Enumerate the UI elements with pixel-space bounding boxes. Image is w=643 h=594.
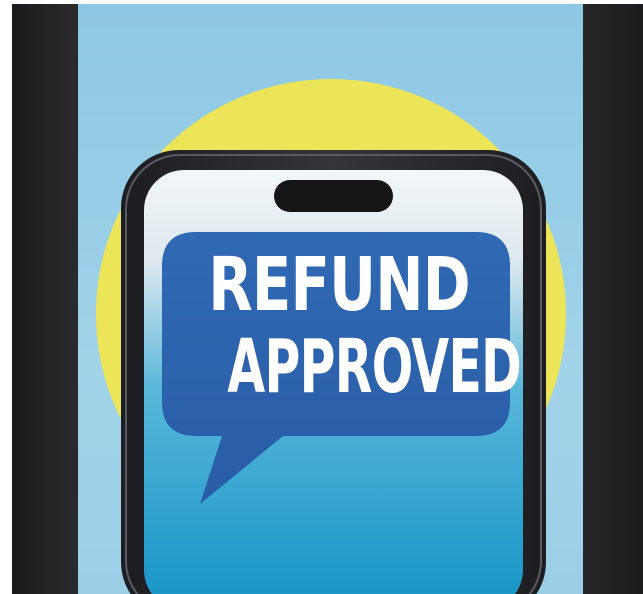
headline-line-2: APPROVED (227, 324, 522, 410)
phone-notch (274, 180, 393, 212)
headline-line-1: REFUND (208, 242, 470, 328)
poster-frame: REFUND APPROVED (0, 0, 643, 594)
left-dark-bar (12, 4, 78, 594)
poster-panel: REFUND APPROVED (78, 4, 583, 594)
right-dark-bar (583, 4, 643, 594)
